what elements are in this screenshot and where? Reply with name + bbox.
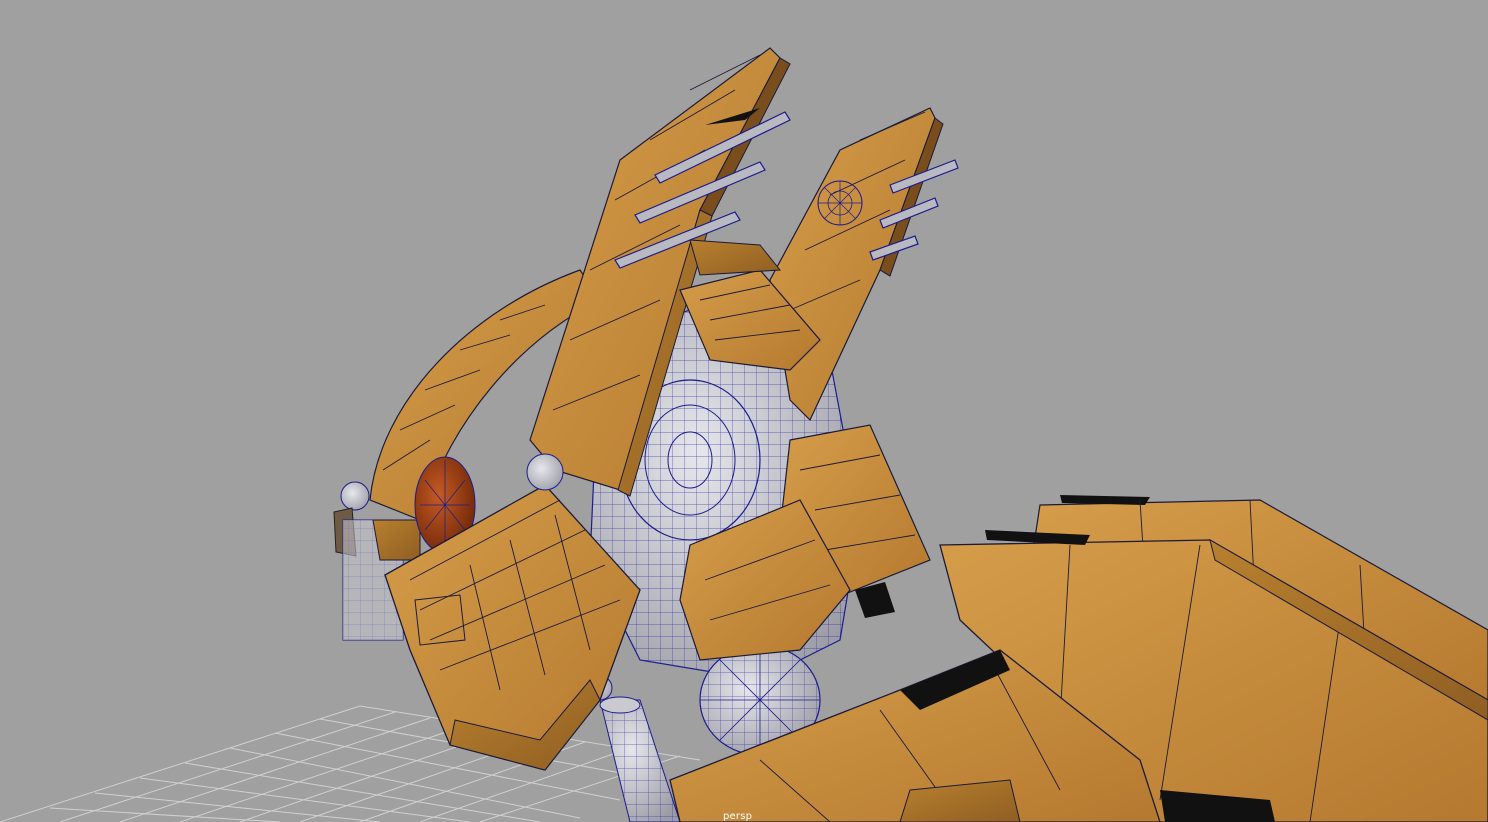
perspective-viewport[interactable]: persp bbox=[0, 0, 1488, 822]
camera-name-label: persp bbox=[723, 811, 753, 822]
scene-render[interactable] bbox=[0, 0, 1488, 822]
ground-grid bbox=[0, 705, 701, 822]
leg-piston bbox=[587, 675, 681, 822]
fin-right bbox=[769, 107, 944, 422]
